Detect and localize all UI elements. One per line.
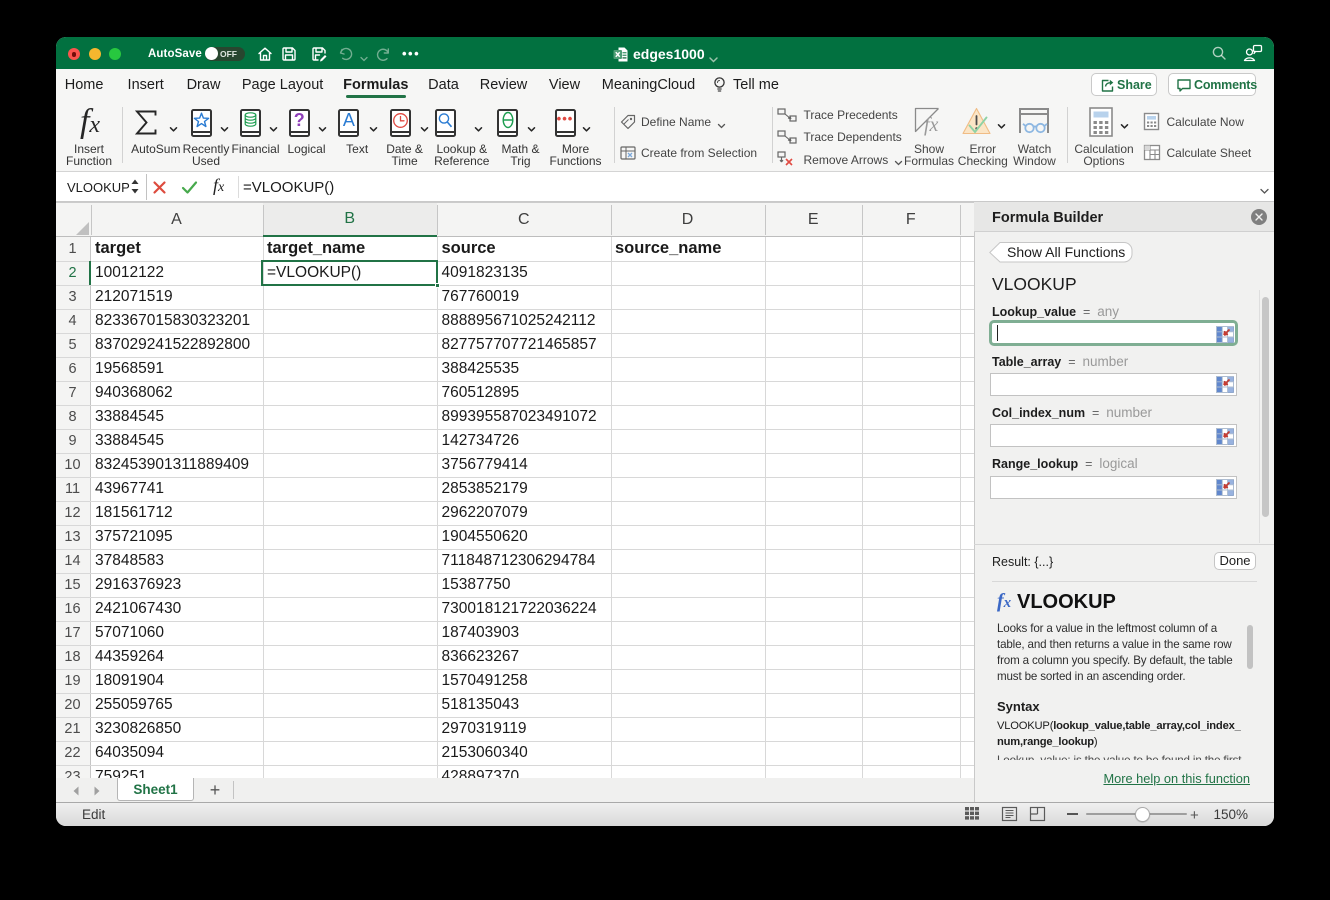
svg-text:fx: fx (924, 114, 939, 136)
svg-text:Show All Functions: Show All Functions (1007, 244, 1125, 260)
